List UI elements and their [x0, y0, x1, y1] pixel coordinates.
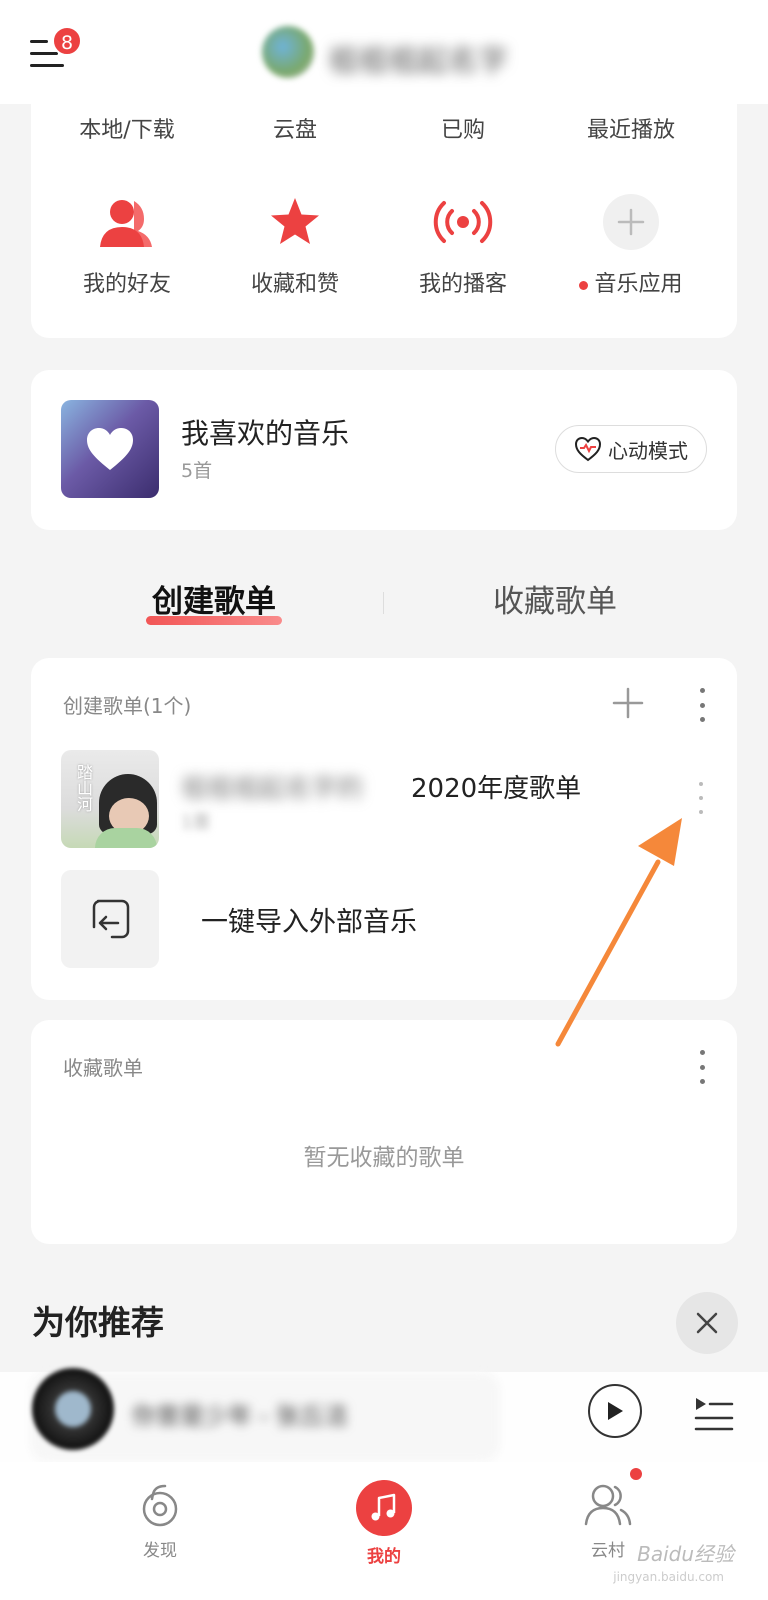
user-avatar[interactable]: [262, 26, 314, 78]
tab-label: 创建歌单: [152, 584, 276, 620]
quick-link-cloud-disk[interactable]: 云盘: [211, 112, 379, 144]
plus-icon: [603, 194, 659, 250]
tab-label: 发现: [143, 1541, 177, 1561]
watermark-url: jingyan.baidu.com: [613, 1570, 724, 1584]
import-music-button[interactable]: [61, 870, 159, 968]
more-dot: [699, 810, 703, 814]
quick-access-card: 本地/下载 云盘 已购 最近播放 我的好友 收藏和赞 我的播客 音乐应用: [31, 80, 737, 338]
more-dots-icon: [699, 782, 703, 786]
discover-icon: [135, 1480, 185, 1530]
shortcut-label: 我的播客: [418, 272, 507, 297]
playlist-count: 1首: [181, 812, 211, 833]
play-button[interactable]: [588, 1384, 642, 1438]
heart-mode-button[interactable]: 心动模式: [555, 425, 707, 473]
tab-label: 收藏歌单: [493, 584, 617, 620]
playlist-queue-button[interactable]: [694, 1394, 734, 1436]
shortcut-friends[interactable]: 我的好友: [43, 192, 211, 298]
more-dots-icon: [699, 1050, 705, 1055]
tab-created-playlists[interactable]: 创建歌单: [146, 576, 282, 625]
top-header: 8 祖祖祖起名字: [0, 0, 768, 104]
collected-section-title: 收藏歌单: [63, 1056, 143, 1080]
more-dot: [699, 1064, 705, 1070]
quick-links-row: 本地/下载 云盘 已购 最近播放: [31, 112, 737, 144]
shortcut-music-apps[interactable]: 音乐应用: [547, 192, 715, 298]
notification-badge: 8: [52, 26, 82, 56]
more-dot: [699, 1079, 705, 1084]
new-dot-icon: [579, 280, 589, 290]
heart-icon: [87, 428, 133, 470]
more-dot: [699, 796, 703, 800]
plus-icon: [612, 687, 644, 719]
collected-section-more-button[interactable]: [697, 1050, 707, 1084]
menu-icon: [30, 40, 48, 43]
tab-discover[interactable]: 发现: [100, 1480, 220, 1561]
more-dot: [699, 702, 705, 708]
podcast-icon: [433, 192, 493, 252]
more-dot: [699, 717, 705, 722]
shortcut-icon-wrap: [601, 192, 661, 252]
album-disc[interactable]: [32, 1368, 114, 1450]
menu-icon-bar: [30, 52, 58, 55]
tab-mine[interactable]: 我的: [324, 1480, 444, 1567]
cover-figure-shirt: [95, 828, 157, 848]
heart-mode-label: 心动模式: [608, 438, 688, 463]
friends-icon: [97, 192, 157, 252]
created-playlists-card: 创建歌单(1个) 踏山河 祖祖祖起名字的 2020年度歌单 1首 一键导入外部音…: [31, 658, 737, 1000]
playlist-tabs: 创建歌单 收藏歌单: [0, 568, 768, 628]
menu-icon-bar: [30, 64, 64, 67]
quick-link-recent[interactable]: 最近播放: [547, 112, 715, 144]
tab-divider: [383, 592, 384, 614]
shortcut-row: 我的好友 收藏和赞 我的播客 音乐应用: [31, 192, 737, 298]
empty-collected-message: 暂无收藏的歌单: [303, 1145, 465, 1171]
recommend-title: 为你推荐: [32, 1303, 164, 1342]
playlist-cover[interactable]: 踏山河: [61, 750, 159, 848]
liked-music-card[interactable]: 我喜欢的音乐 5首 心动模式: [31, 370, 737, 530]
queue-icon: [694, 1398, 734, 1431]
shortcut-label-with-dot: 音乐应用: [547, 266, 715, 298]
close-icon: [696, 1312, 718, 1334]
playlist-title[interactable]: 2020年度歌单: [411, 768, 581, 805]
tab-label: 我的: [367, 1547, 401, 1567]
star-icon: [265, 192, 325, 252]
shortcut-label: 音乐应用: [594, 272, 683, 297]
add-playlist-button[interactable]: [611, 686, 645, 724]
playlist-cover-text: 踏山河: [74, 764, 93, 812]
import-music-label[interactable]: 一键导入外部音乐: [201, 900, 417, 939]
created-section-more-button[interactable]: [697, 688, 707, 722]
shortcut-collect-like[interactable]: 收藏和赞: [211, 192, 379, 298]
playlist-more-button[interactable]: [697, 782, 705, 814]
user-name[interactable]: 祖祖祖起名字: [328, 36, 508, 80]
created-section-title: 创建歌单(1个): [63, 694, 192, 718]
liked-music-count: 5首: [181, 460, 213, 482]
shortcut-label: 我的好友: [82, 272, 171, 297]
shortcut-podcast[interactable]: 我的播客: [379, 192, 547, 298]
village-new-dot-icon: [630, 1468, 642, 1480]
watermark-logo: Baidu经验: [637, 1542, 734, 1566]
quick-link-local-download[interactable]: 本地/下载: [43, 112, 211, 144]
mini-player[interactable]: 你曾是少年 - 张丘洁: [0, 1368, 768, 1462]
play-icon: [608, 1402, 623, 1420]
village-icon: [583, 1480, 633, 1530]
import-icon: [92, 899, 130, 939]
quick-link-purchased[interactable]: 已购: [379, 112, 547, 144]
playlist-owner-prefix: 祖祖祖起名字的: [181, 774, 364, 804]
close-recommend-button[interactable]: [676, 1292, 738, 1354]
liked-music-title: 我喜欢的音乐: [181, 417, 350, 450]
heartbeat-icon: [574, 436, 602, 462]
collected-playlists-card: 收藏歌单 暂无收藏的歌单: [31, 1020, 737, 1244]
music-note-icon: [356, 1480, 412, 1536]
more-dots-icon: [699, 688, 705, 693]
shortcut-label: 收藏和赞: [250, 272, 339, 297]
now-playing-song: 你曾是少年 - 张丘洁: [132, 1402, 348, 1430]
liked-music-cover: [61, 400, 159, 498]
tab-collected-playlists[interactable]: 收藏歌单: [493, 576, 617, 621]
